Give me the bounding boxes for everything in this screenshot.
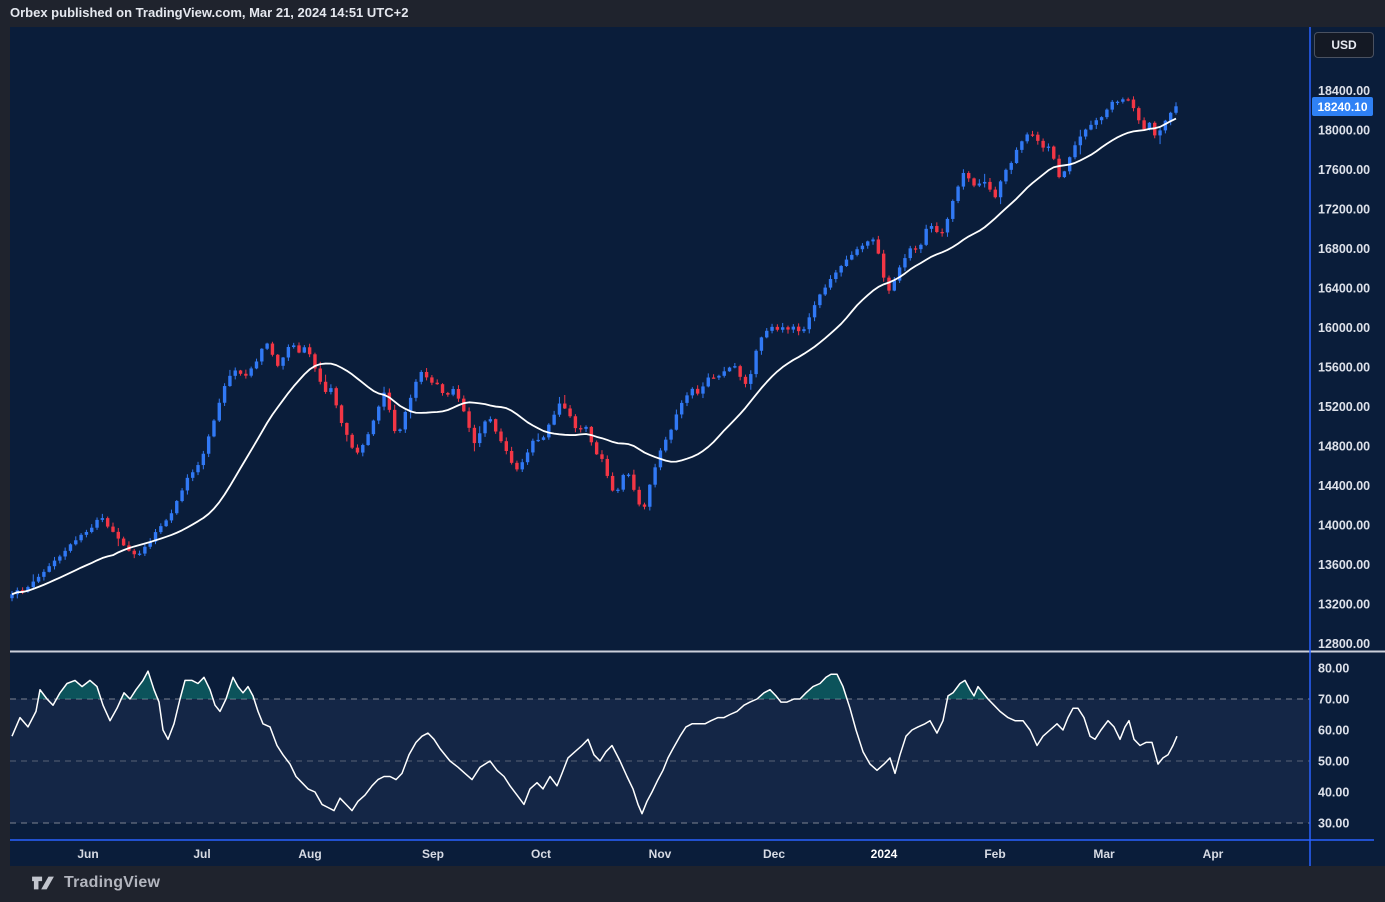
svg-text:50.00: 50.00 <box>1318 755 1349 769</box>
svg-text:15600.00: 15600.00 <box>1318 361 1370 375</box>
svg-text:17600.00: 17600.00 <box>1318 163 1370 177</box>
price-axis[interactable]: 18400.00 18000.00 17600.00 17200.00 16800.00… <box>1318 84 1370 831</box>
svg-text:80.00: 80.00 <box>1318 662 1349 676</box>
svg-text:17200.00: 17200.00 <box>1318 203 1370 217</box>
tradingview-wordmark: TradingView <box>64 874 160 892</box>
svg-text:70.00: 70.00 <box>1318 693 1349 707</box>
svg-text:Mar: Mar <box>1093 847 1115 861</box>
candlestick-series <box>10 96 1177 601</box>
svg-text:12800.00: 12800.00 <box>1318 637 1370 651</box>
svg-text:Aug: Aug <box>298 847 321 861</box>
svg-text:60.00: 60.00 <box>1318 724 1349 738</box>
svg-text:16400.00: 16400.00 <box>1318 282 1370 296</box>
tradingview-link[interactable]: TradingView <box>30 873 160 893</box>
svg-text:40.00: 40.00 <box>1318 786 1349 800</box>
svg-text:16000.00: 16000.00 <box>1318 321 1370 335</box>
svg-text:13200.00: 13200.00 <box>1318 598 1370 612</box>
header-bar: Orbex published on TradingView.com, Mar … <box>0 0 1385 27</box>
svg-text:Oct: Oct <box>531 847 551 861</box>
svg-text:30.00: 30.00 <box>1318 817 1349 831</box>
svg-text:13600.00: 13600.00 <box>1318 558 1370 572</box>
tradingview-logo-icon <box>30 873 56 893</box>
svg-text:14000.00: 14000.00 <box>1318 519 1370 533</box>
svg-text:14800.00: 14800.00 <box>1318 440 1370 454</box>
svg-text:Sep: Sep <box>422 847 444 861</box>
svg-text:14400.00: 14400.00 <box>1318 479 1370 493</box>
footer-bar: TradingView <box>0 866 1385 902</box>
svg-text:2024: 2024 <box>871 847 898 861</box>
currency-button[interactable]: USD <box>1314 32 1374 58</box>
svg-text:Jun: Jun <box>77 847 98 861</box>
rsi-band <box>10 699 1310 823</box>
svg-text:Dec: Dec <box>763 847 785 861</box>
svg-text:Apr: Apr <box>1203 847 1224 861</box>
svg-text:16800.00: 16800.00 <box>1318 242 1370 256</box>
chart-widget: 18400.00 18000.00 17600.00 17200.00 16800.00… <box>10 27 1385 866</box>
publish-note: Orbex published on TradingView.com, Mar … <box>10 0 408 26</box>
page: Orbex published on TradingView.com, Mar … <box>0 0 1385 902</box>
last-price-badge: 18240.10 <box>1312 97 1373 116</box>
time-axis[interactable]: Jun Jul Aug Sep Oct Nov Dec 2024 Feb Mar Apr <box>77 847 1223 861</box>
svg-text:Feb: Feb <box>984 847 1005 861</box>
chart-canvas[interactable]: 18400.00 18000.00 17600.00 17200.00 16800.00… <box>10 27 1385 866</box>
svg-text:15200.00: 15200.00 <box>1318 400 1370 414</box>
svg-text:Jul: Jul <box>193 847 210 861</box>
svg-text:18000.00: 18000.00 <box>1318 124 1370 138</box>
svg-text:18400.00: 18400.00 <box>1318 84 1370 98</box>
svg-text:Nov: Nov <box>649 847 672 861</box>
